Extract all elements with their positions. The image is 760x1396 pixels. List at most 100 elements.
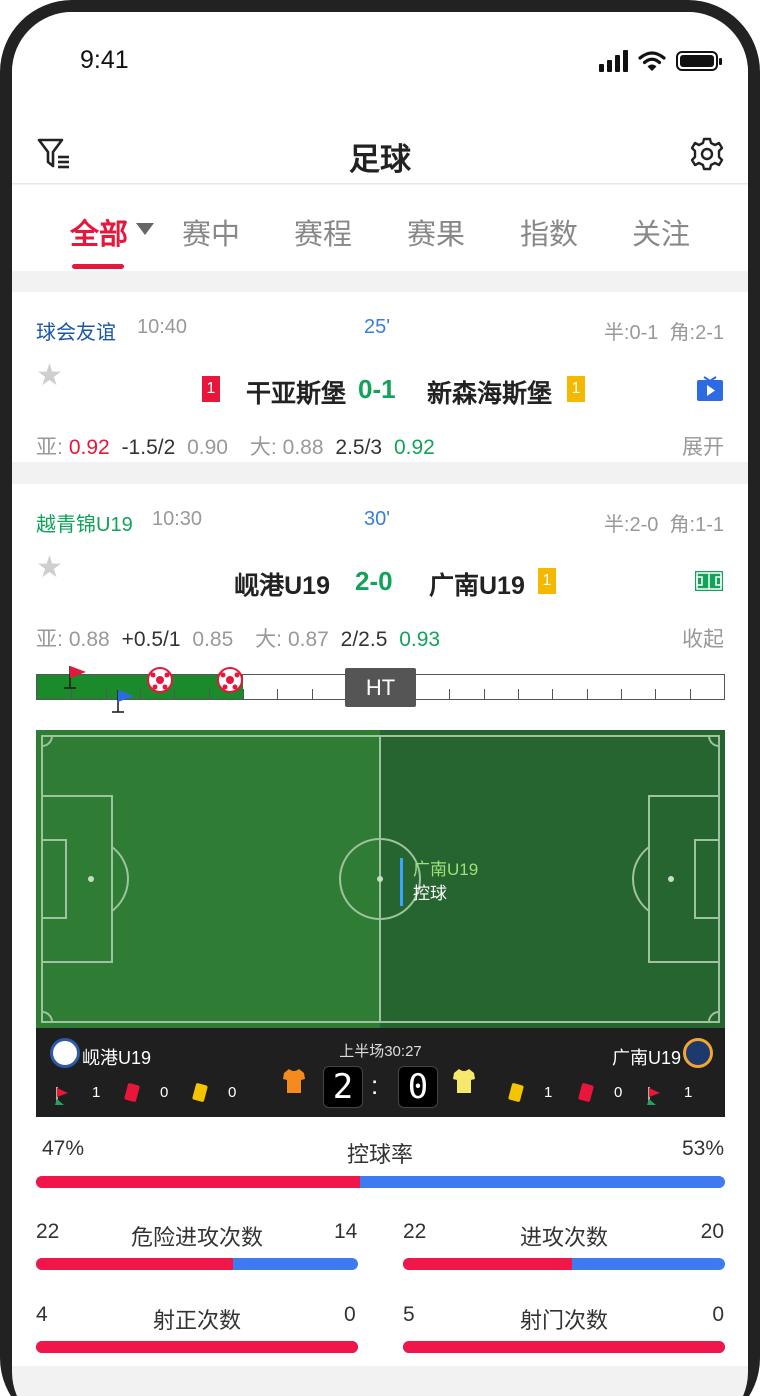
asia-handicap: +0.5/1 (121, 628, 181, 651)
match-minute: 30' (364, 508, 391, 530)
away-yellow-count: 1 (544, 1084, 553, 1101)
half-corner-info: 半:0-1 角:2-1 (604, 316, 724, 345)
settings-gear-icon[interactable] (688, 135, 726, 173)
device-frame: 9:41 足球 全部 赛中 赛程 赛果 指数 关注 球会友谊 10:40 25'… (0, 0, 760, 1396)
possession-label: 控球率 (346, 1142, 413, 1167)
home-jersey-icon (283, 1069, 305, 1093)
status-time: 9:41 (80, 46, 129, 74)
home-red-count: 0 (160, 1084, 169, 1101)
match-score: 2-0 (355, 566, 393, 596)
away-team: 新森海斯堡 (427, 380, 553, 408)
home-team: 干亚斯堡 (245, 380, 346, 408)
home-corners-count: 1 (92, 1084, 101, 1101)
away-corner-flag-icon (647, 1087, 660, 1105)
half-score: 半:2-0 (603, 514, 659, 536)
chevron-down-icon[interactable] (136, 223, 154, 235)
kickoff-time: 10:30 (152, 508, 203, 530)
favorite-star-icon[interactable]: ★ (36, 358, 63, 393)
corner-flag-icon (64, 666, 86, 689)
half-score: 半:0-1 (603, 322, 659, 344)
away-yellow-card-badge: 1 (567, 376, 585, 402)
asia-home-odds: 0.92 (68, 436, 110, 459)
signal-icon (599, 50, 628, 72)
tab-all[interactable]: 全部 (70, 211, 128, 253)
score-separator: : (371, 1070, 379, 1100)
shots-on-target-away: 0 (344, 1303, 356, 1326)
goal-ball-icon (217, 667, 243, 693)
possession-away: 53% (681, 1137, 724, 1160)
asia-away-odds: 0.90 (187, 436, 228, 459)
halftime-marker: HT (345, 668, 416, 707)
home-yellow-card-icon (192, 1082, 208, 1103)
home-yellow-count: 0 (228, 1084, 237, 1101)
tab-favorites[interactable]: 关注 (632, 211, 690, 253)
pitch-lines (41, 735, 720, 1023)
shots-away: 0 (712, 1303, 724, 1326)
away-corners-count: 1 (684, 1084, 693, 1101)
timeline-tick (689, 689, 691, 699)
ou-line: 2.5/3 (335, 436, 383, 459)
league-name: 越青锦U19 (36, 514, 133, 536)
tab-active-indicator (72, 264, 124, 269)
home-team: 岘港U19 (234, 572, 330, 600)
away-red-card-icon (578, 1082, 594, 1103)
half-corner-info: 半:2-0 角:1-1 (604, 508, 724, 537)
kickoff-time: 10:40 (137, 316, 188, 338)
dangerous-attacks-away: 14 (334, 1220, 358, 1243)
possession-team: 广南U19 (413, 860, 479, 879)
odds-row: 亚: 0.88 +0.5/1 0.85 大: 0.87 2/2.5 0.93 (36, 623, 446, 653)
pitch-icon[interactable] (694, 570, 724, 592)
tab-live[interactable]: 赛中 (182, 211, 240, 253)
app-header: 足球 (12, 108, 748, 184)
timeline-tick (586, 689, 588, 699)
shots-on-target-bar (36, 1341, 358, 1353)
tv-icon[interactable] (696, 376, 724, 402)
corner-flag-icon (112, 690, 134, 713)
odds-row: 亚: 0.92 -1.5/2 0.90 大: 0.88 2.5/3 0.92 (36, 431, 441, 461)
timeline-tick (449, 689, 451, 699)
timeline-events (64, 666, 243, 713)
pitch-view: 广南U19 控球 (36, 730, 725, 1028)
away-red-count: 0 (614, 1084, 623, 1101)
home-score-digit: 2 (323, 1066, 363, 1108)
favorite-star-icon[interactable]: ★ (36, 550, 63, 585)
tab-schedule[interactable]: 赛程 (294, 211, 352, 253)
corner-count: 角:1-1 (669, 514, 724, 536)
league-name: 球会友谊 (36, 322, 116, 344)
status-icons (599, 50, 722, 72)
collapse-toggle[interactable]: 收起 (682, 623, 724, 653)
shots-on-target-label: 射正次数 (152, 1308, 241, 1333)
ou-label: 大: (255, 628, 282, 651)
match-card[interactable]: 球会友谊 10:40 25' 半:0-1 角:2-1 ★ 1 干亚斯堡 0-1 … (12, 292, 748, 462)
away-team: 广南U19 (429, 572, 525, 600)
screen: 9:41 足球 全部 赛中 赛程 赛果 指数 关注 球会友谊 10:40 25'… (12, 12, 748, 1396)
ou-under-odds: 0.93 (399, 628, 441, 651)
shots-label: 射门次数 (519, 1308, 608, 1333)
asia-label: 亚: (36, 628, 63, 651)
possession-bar (36, 1176, 725, 1188)
ou-line: 2/2.5 (340, 628, 388, 651)
asia-label: 亚: (36, 436, 63, 459)
asia-home-odds: 0.88 (68, 628, 110, 651)
tab-odds[interactable]: 指数 (520, 211, 578, 253)
page-title: 足球 (349, 142, 411, 177)
away-jersey-icon (453, 1069, 475, 1093)
tab-results[interactable]: 赛果 (407, 211, 465, 253)
attacks-label: 进攻次数 (519, 1225, 608, 1250)
away-team-crest (683, 1038, 713, 1068)
status-bar: 9:41 (12, 12, 748, 108)
corner-count: 角:2-1 (669, 322, 724, 344)
dangerous-attacks-label: 危险进攻次数 (130, 1225, 263, 1250)
home-corner-flag-icon (55, 1087, 68, 1105)
away-yellow-card-icon (508, 1082, 524, 1103)
away-yellow-card-badge: 1 (538, 568, 556, 594)
live-scoreboard: 岘港U19 上半场30:27 广南U19 1 0 0 2 : 0 1 0 1 (36, 1028, 725, 1117)
expand-toggle[interactable]: 展开 (682, 431, 724, 461)
asia-handicap: -1.5/2 (121, 436, 176, 459)
away-score-digit: 0 (398, 1066, 438, 1108)
match-minute: 25' (364, 316, 391, 338)
match-card[interactable]: 越青锦U19 10:30 30' 半:2-0 角:1-1 ★ 岘港U19 2-0… (12, 484, 748, 1366)
attacks-away: 20 (700, 1220, 724, 1243)
timeline-tick (483, 689, 485, 699)
asia-away-odds: 0.85 (192, 628, 234, 651)
